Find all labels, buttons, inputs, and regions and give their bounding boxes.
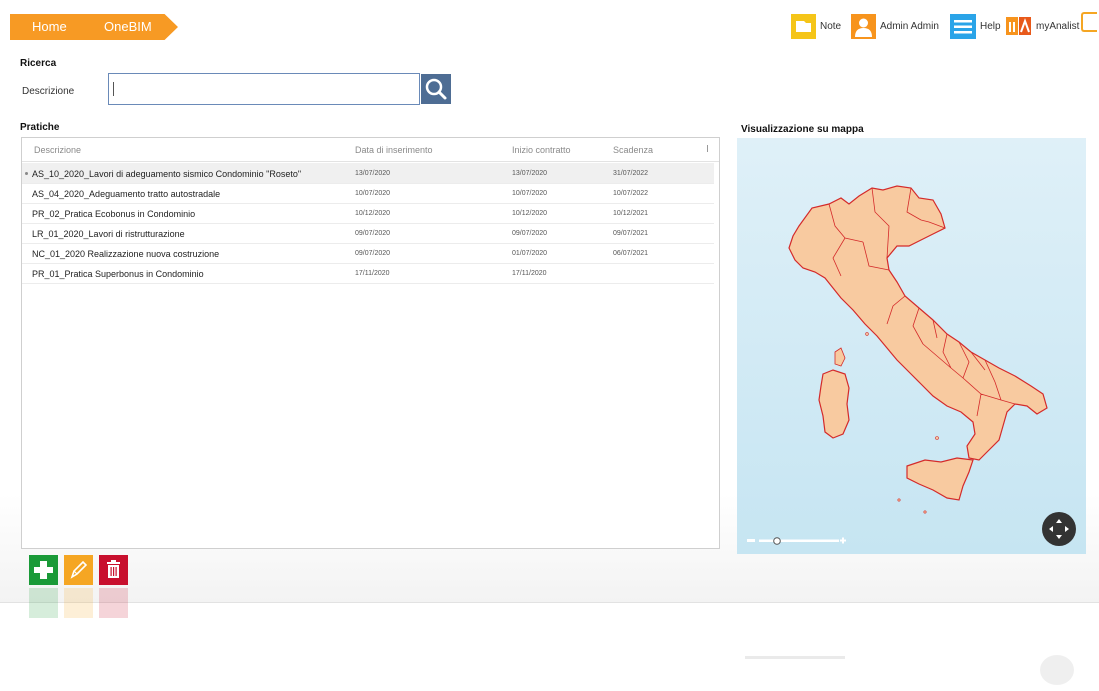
- cell-scadenza: 09/07/2021: [613, 230, 649, 237]
- search-section-title: Ricerca: [20, 58, 57, 69]
- selected-row-marker: [25, 172, 28, 175]
- zoom-thumb: [773, 537, 781, 545]
- cell-scadenza: 06/07/2021: [613, 250, 649, 257]
- pan-control-reflection: [1040, 655, 1074, 685]
- add-button-reflection: [29, 588, 58, 618]
- sardinia-region: [818, 369, 850, 439]
- column-header-scadenza[interactable]: Scadenza: [613, 145, 653, 155]
- table-row[interactable]: LR_01_2020_Lavori di ristrutturazione 09…: [22, 223, 714, 244]
- search-icon: [425, 78, 447, 100]
- add-button[interactable]: [29, 555, 58, 585]
- map-section-title: Visualizzazione su mappa: [741, 124, 864, 135]
- cell-data-inserimento: 09/07/2020: [355, 250, 391, 257]
- cell-descrizione: AS_10_2020_Lavori di adeguamento sismico…: [32, 169, 302, 179]
- help-label: Help: [980, 20, 1001, 32]
- pratiche-section-title: Pratiche: [20, 122, 60, 133]
- breadcrumb-onebim[interactable]: OneBIM: [82, 14, 178, 40]
- cell-descrizione: AS_04_2020_Adeguamento tratto autostrada…: [32, 189, 221, 199]
- cell-data-inserimento: 09/07/2020: [355, 230, 391, 237]
- table-row[interactable]: PR_01_Pratica Superbonus in Condominio 1…: [22, 263, 714, 284]
- sicily-region: [906, 457, 974, 501]
- table-header: Descrizione Data di inserimento Inizio c…: [22, 138, 719, 162]
- pan-control-icon[interactable]: [1042, 512, 1076, 546]
- cell-inizio-contratto: 13/07/2020: [512, 170, 548, 177]
- window-corner-icon: [1081, 12, 1097, 32]
- help-menu-icon: [950, 13, 976, 39]
- search-button[interactable]: [421, 74, 451, 104]
- zoom-out-icon: [747, 539, 755, 542]
- map-view[interactable]: [737, 138, 1086, 554]
- cell-scadenza: 10/12/2021: [613, 210, 649, 217]
- myanalist-button[interactable]: myAnalist: [1006, 13, 1079, 39]
- text-caret: [113, 82, 114, 96]
- column-header-data-inserimento[interactable]: Data di inserimento: [355, 145, 433, 155]
- edit-button-reflection: [64, 588, 93, 618]
- user-button[interactable]: Admin Admin: [851, 13, 939, 39]
- help-button[interactable]: Help: [950, 13, 1001, 39]
- column-chooser-icon[interactable]: [707, 145, 708, 152]
- delete-button-reflection: [99, 588, 128, 618]
- table-row[interactable]: AS_04_2020_Adeguamento tratto autostrada…: [22, 183, 714, 204]
- edit-icon: [70, 560, 88, 579]
- note-button[interactable]: Note: [791, 13, 841, 39]
- cell-scadenza: 10/07/2022: [613, 190, 649, 197]
- add-icon: [34, 561, 53, 579]
- myanalist-label: myAnalist: [1036, 20, 1080, 32]
- cell-descrizione: PR_01_Pratica Superbonus in Condominio: [32, 269, 204, 279]
- cell-descrizione: PR_02_Pratica Ecobonus in Condominio: [32, 209, 196, 219]
- delete-button[interactable]: [99, 555, 128, 585]
- table-row[interactable]: NC_01_2020 Realizzazione nuova costruzio…: [22, 243, 714, 264]
- column-header-inizio-contratto[interactable]: Inizio contratto: [512, 145, 571, 155]
- description-search-input[interactable]: [108, 73, 420, 105]
- cell-data-inserimento: 10/12/2020: [355, 210, 391, 217]
- cell-descrizione: NC_01_2020 Realizzazione nuova costruzio…: [32, 249, 220, 259]
- pratiche-table: Descrizione Data di inserimento Inizio c…: [21, 137, 720, 549]
- cell-inizio-contratto: 01/07/2020: [512, 250, 548, 257]
- user-label: Admin Admin: [880, 20, 939, 32]
- table-row[interactable]: PR_02_Pratica Ecobonus in Condominio 10/…: [22, 203, 714, 224]
- cell-scadenza: 31/07/2022: [613, 170, 649, 177]
- cell-inizio-contratto: 17/11/2020: [512, 270, 547, 277]
- note-label: Note: [820, 20, 842, 32]
- description-label: Descrizione: [22, 86, 75, 97]
- user-icon: [851, 13, 876, 39]
- italy-map: [788, 185, 1048, 514]
- column-header-descrizione[interactable]: Descrizione: [34, 145, 81, 155]
- zoom-slider[interactable]: [747, 533, 847, 545]
- note-icon: [791, 13, 816, 39]
- delete-icon: [107, 560, 120, 578]
- cell-descrizione: LR_01_2020_Lavori di ristrutturazione: [32, 229, 185, 239]
- table-row[interactable]: AS_10_2020_Lavori di adeguamento sismico…: [22, 163, 714, 184]
- cell-inizio-contratto: 09/07/2020: [512, 230, 548, 237]
- cell-inizio-contratto: 10/12/2020: [512, 210, 548, 217]
- cell-data-inserimento: 10/07/2020: [355, 190, 391, 197]
- myanalist-logo-icon: [1006, 14, 1032, 39]
- small-island: [834, 347, 846, 367]
- cell-inizio-contratto: 10/07/2020: [512, 190, 548, 197]
- zoom-slider-reflection: [745, 650, 845, 660]
- cell-data-inserimento: 13/07/2020: [355, 170, 391, 177]
- cell-data-inserimento: 17/11/2020: [355, 270, 390, 277]
- app-window: Home OneBIM Note Admin Admin Help myAnal…: [0, 0, 1099, 603]
- edit-button[interactable]: [64, 555, 93, 585]
